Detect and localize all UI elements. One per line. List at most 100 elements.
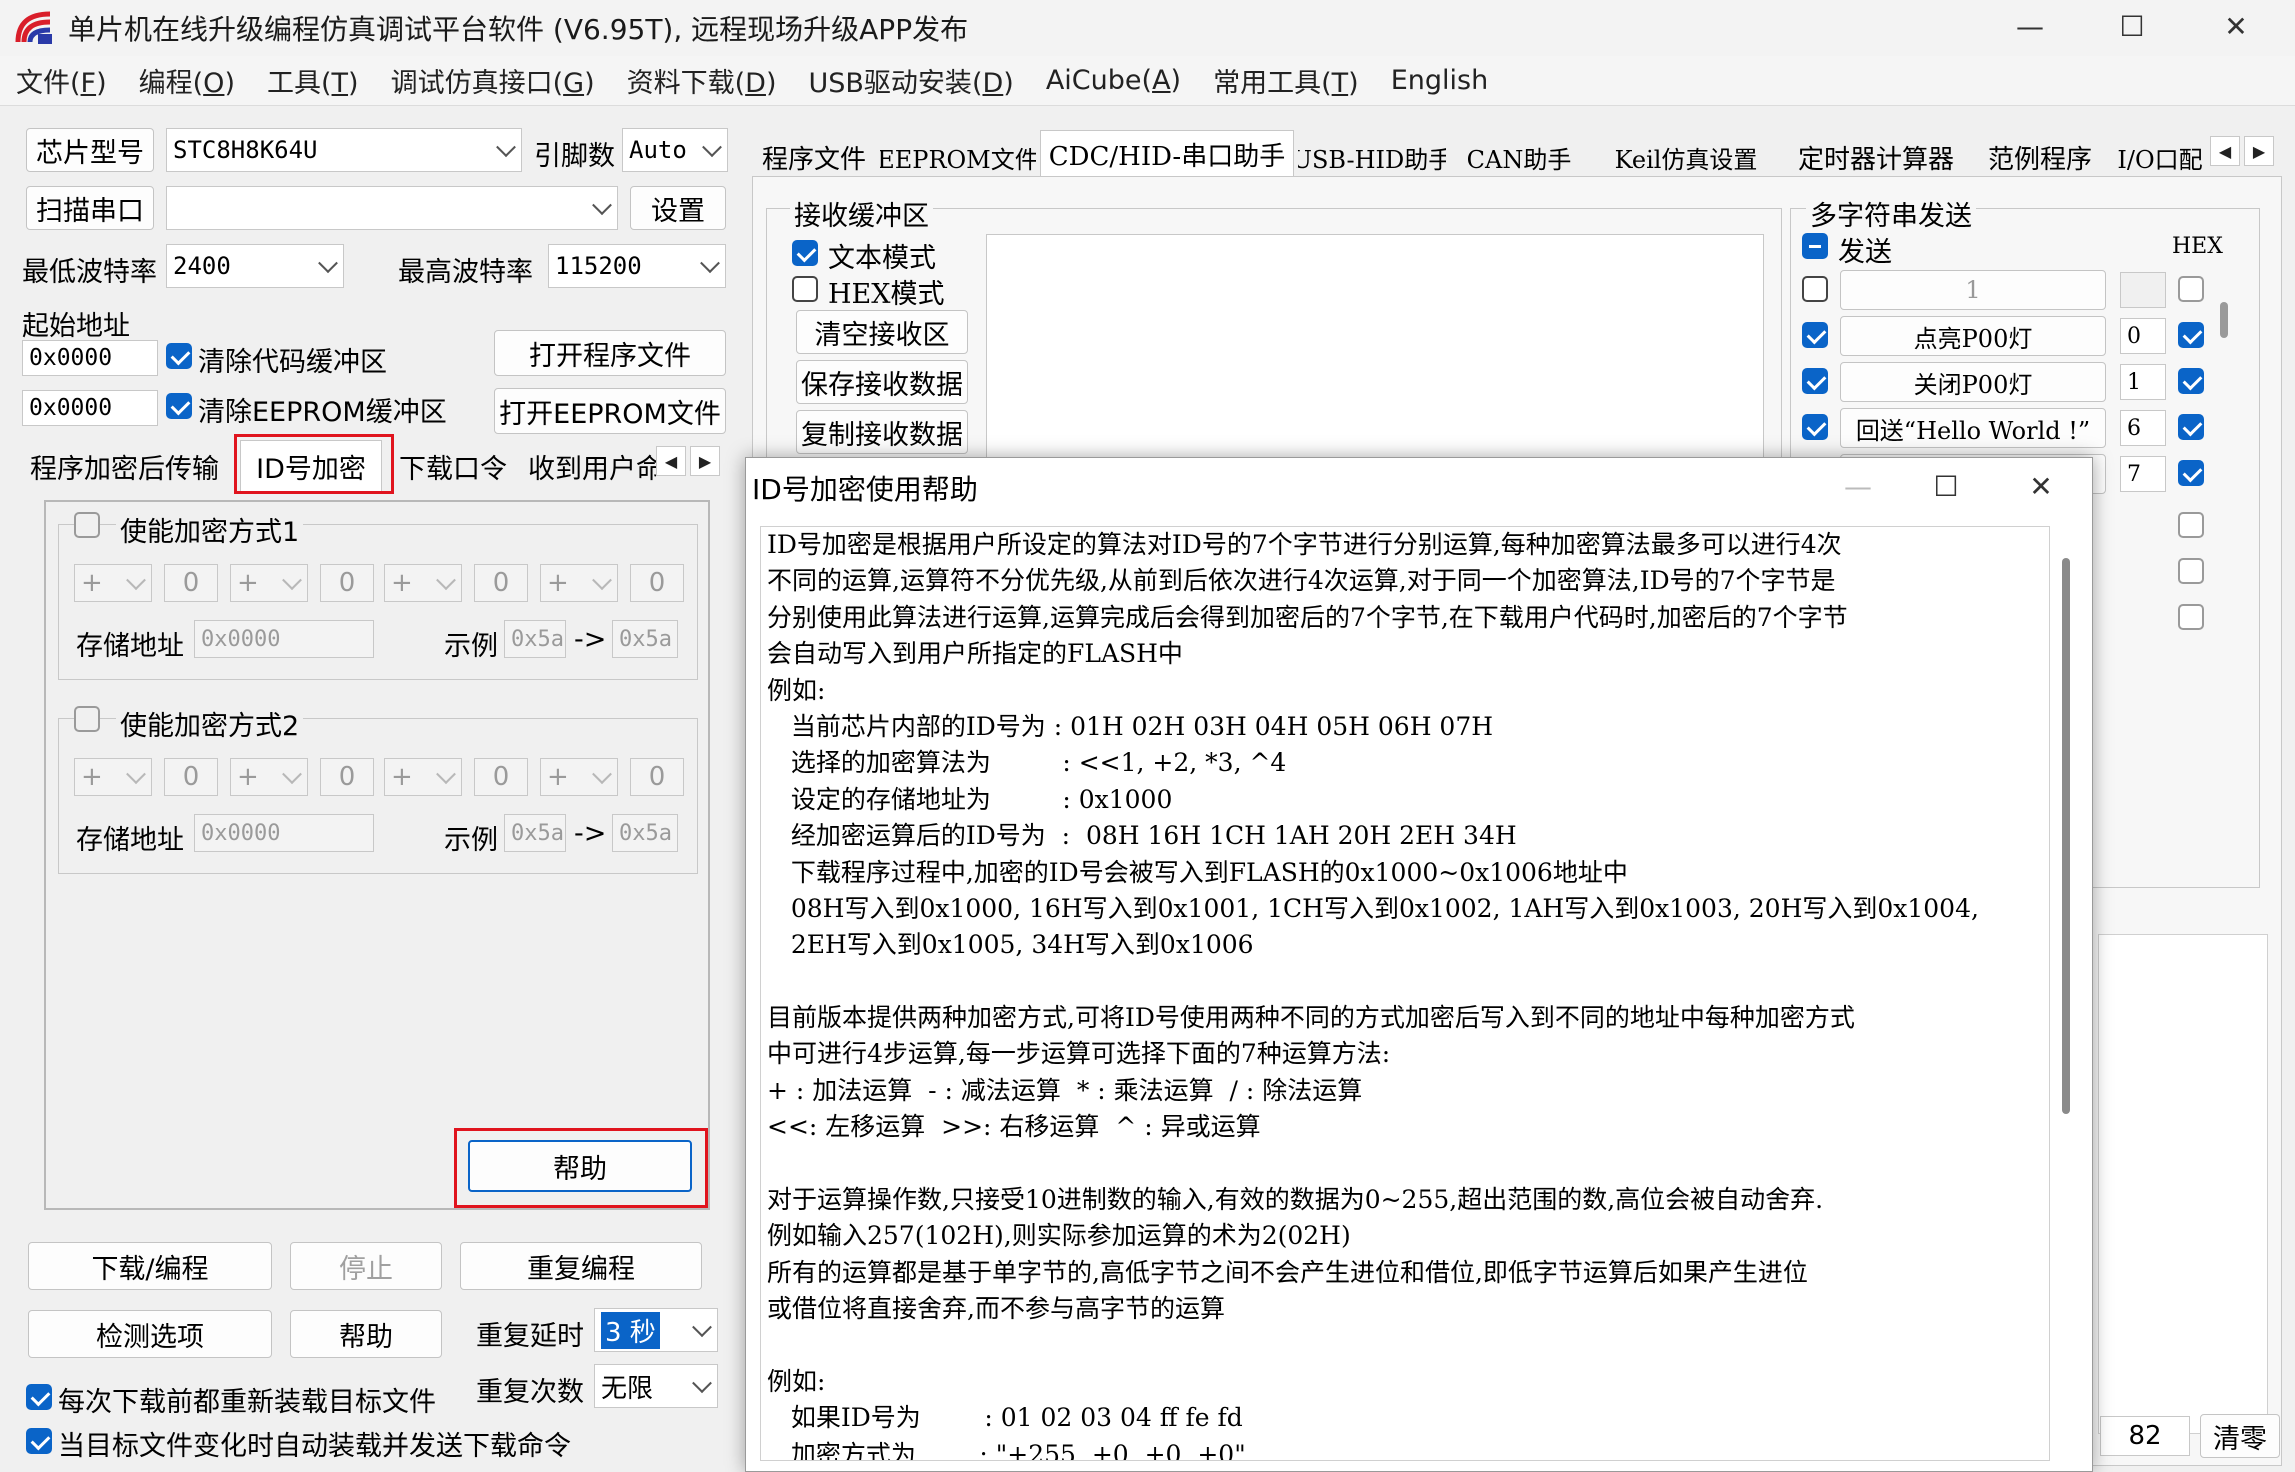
send-row-checkbox-0[interactable] bbox=[1802, 276, 1828, 302]
send-row-hex-checkbox-1[interactable] bbox=[2178, 322, 2204, 348]
send-row-checkbox-2[interactable] bbox=[1802, 368, 1828, 394]
operator-select-2-2[interactable]: + bbox=[230, 758, 308, 796]
storage-address-input-2[interactable]: 0x0000 bbox=[194, 814, 374, 852]
operator-select-2-3[interactable]: + bbox=[384, 758, 462, 796]
send-text-area[interactable] bbox=[2098, 934, 2268, 1434]
menu-item-5[interactable]: USB驱动安装(D) bbox=[809, 61, 1014, 100]
operand-input-2-2[interactable]: 0 bbox=[320, 758, 374, 796]
enable-encryption-1-checkbox[interactable] bbox=[74, 512, 100, 538]
check-options-button[interactable]: 检测选项 bbox=[28, 1310, 272, 1358]
send-row-interval-3[interactable]: 6 bbox=[2120, 410, 2166, 446]
tab-scroll-left-icon[interactable]: ◀ bbox=[656, 446, 686, 476]
stop-button[interactable]: 停止 bbox=[290, 1242, 442, 1290]
help-text-area[interactable]: ID号加密是根据用户所设定的算法对ID号的7个字节进行分别运算,每种加密算法最多… bbox=[760, 526, 2050, 1461]
right-tab-scroll-left-icon[interactable]: ◀ bbox=[2210, 136, 2240, 166]
send-row-interval-1[interactable]: 0 bbox=[2120, 318, 2166, 354]
send-list-scrollbar[interactable] bbox=[2220, 302, 2228, 338]
tab-program-encryption[interactable]: 程序加密后传输 bbox=[30, 446, 236, 486]
right-tab-0[interactable]: 程序文件 bbox=[752, 136, 876, 178]
operand-input-1-4[interactable]: 0 bbox=[630, 564, 684, 602]
eeprom-start-address-input[interactable]: 0x0000 bbox=[22, 390, 158, 426]
copy-receive-button[interactable]: 复制接收数据 bbox=[796, 410, 968, 454]
operand-input-2-1[interactable]: 0 bbox=[164, 758, 218, 796]
storage-address-input-1[interactable]: 0x0000 bbox=[194, 620, 374, 658]
menu-item-7[interactable]: 常用工具(T) bbox=[1213, 61, 1359, 100]
enable-encryption-2-checkbox[interactable] bbox=[74, 706, 100, 732]
send-row-hex-checkbox-extra-0[interactable] bbox=[2178, 512, 2204, 538]
send-row-hex-checkbox-extra-2[interactable] bbox=[2178, 604, 2204, 630]
help-button[interactable]: 帮助 bbox=[290, 1310, 442, 1358]
dialog-maximize-button[interactable]: ☐ bbox=[1906, 458, 1986, 514]
hex-mode-checkbox[interactable] bbox=[792, 276, 818, 302]
clear-receive-button[interactable]: 清空接收区 bbox=[796, 310, 968, 354]
minimize-button[interactable]: — bbox=[1980, 0, 2080, 52]
menu-item-3[interactable]: 调试仿真接口(G) bbox=[391, 61, 595, 100]
menu-item-8[interactable]: English bbox=[1391, 65, 1489, 96]
autoload-on-change-checkbox[interactable] bbox=[26, 1428, 52, 1454]
send-row-button-0[interactable]: 1 bbox=[1840, 270, 2106, 310]
right-tab-7[interactable]: 范例程序 bbox=[1972, 136, 2108, 178]
send-row-hex-checkbox-4[interactable] bbox=[2178, 460, 2204, 486]
send-row-interval-0[interactable] bbox=[2120, 272, 2166, 308]
tab-scroll-right-icon[interactable]: ▶ bbox=[690, 446, 720, 476]
max-baud-select[interactable]: 115200 bbox=[548, 244, 726, 288]
right-tab-4[interactable]: CAN助手 bbox=[1450, 136, 1588, 178]
open-program-file-button[interactable]: 打开程序文件 bbox=[494, 330, 726, 376]
right-tab-3[interactable]: USB-HID助手 bbox=[1298, 136, 1446, 178]
send-all-checkbox[interactable] bbox=[1802, 233, 1828, 259]
send-row-button-3[interactable]: 回送“Hello World !” bbox=[1840, 408, 2106, 448]
help-text-scrollbar[interactable] bbox=[2062, 558, 2070, 1114]
close-button[interactable]: ✕ bbox=[2186, 0, 2286, 52]
operator-select-2-4[interactable]: + bbox=[540, 758, 618, 796]
right-tab-scroll-right-icon[interactable]: ▶ bbox=[2244, 136, 2274, 166]
operand-input-1-1[interactable]: 0 bbox=[164, 564, 218, 602]
send-row-interval-4[interactable]: 7 bbox=[2120, 456, 2166, 492]
min-baud-select[interactable]: 2400 bbox=[166, 244, 344, 288]
tab-user-command[interactable]: 收到用户命 bbox=[528, 446, 656, 486]
chip-model-button[interactable]: 芯片型号 bbox=[26, 128, 154, 172]
send-row-hex-checkbox-2[interactable] bbox=[2178, 368, 2204, 394]
right-tab-1[interactable]: EEPROM文件 bbox=[880, 136, 1036, 178]
settings-button[interactable]: 设置 bbox=[630, 186, 726, 230]
dialog-close-button[interactable]: ✕ bbox=[1996, 458, 2086, 514]
clear-count-button[interactable]: 清零 bbox=[2200, 1414, 2280, 1458]
right-tab-5[interactable]: Keil仿真设置 bbox=[1592, 136, 1780, 178]
menu-item-0[interactable]: 文件(F) bbox=[16, 61, 107, 100]
download-program-button[interactable]: 下载/编程 bbox=[28, 1242, 272, 1290]
send-row-hex-checkbox-extra-1[interactable] bbox=[2178, 558, 2204, 584]
operator-select-1-1[interactable]: + bbox=[74, 564, 152, 602]
scan-port-button[interactable]: 扫描串口 bbox=[26, 186, 154, 230]
menu-item-4[interactable]: 资料下载(D) bbox=[627, 61, 777, 100]
clear-eeprom-buffer-checkbox[interactable] bbox=[166, 393, 192, 419]
operand-input-2-4[interactable]: 0 bbox=[630, 758, 684, 796]
chip-model-select[interactable]: STC8H8K64U bbox=[166, 128, 522, 172]
repeat-program-button[interactable]: 重复编程 bbox=[460, 1242, 702, 1290]
repeat-count-select[interactable]: 无限 bbox=[594, 1364, 718, 1408]
send-row-button-2[interactable]: 关闭P00灯 bbox=[1840, 362, 2106, 402]
operator-select-1-4[interactable]: + bbox=[540, 564, 618, 602]
tab-download-password[interactable]: 下载口令 bbox=[396, 446, 510, 486]
operator-select-2-1[interactable]: + bbox=[74, 758, 152, 796]
receive-text-area[interactable] bbox=[986, 234, 1764, 464]
open-eeprom-file-button[interactable]: 打开EEPROM文件 bbox=[494, 388, 726, 434]
repeat-delay-select[interactable]: 3 秒 bbox=[594, 1308, 718, 1352]
operand-input-1-3[interactable]: 0 bbox=[474, 564, 528, 602]
send-row-checkbox-1[interactable] bbox=[1802, 322, 1828, 348]
send-row-hex-checkbox-3[interactable] bbox=[2178, 414, 2204, 440]
maximize-button[interactable]: ☐ bbox=[2082, 0, 2182, 52]
pins-select[interactable]: Auto bbox=[622, 128, 728, 172]
right-tab-2[interactable]: CDC/HID-串口助手 bbox=[1040, 130, 1294, 178]
code-start-address-input[interactable]: 0x0000 bbox=[22, 340, 158, 376]
send-row-hex-checkbox-0[interactable] bbox=[2178, 276, 2204, 302]
send-row-checkbox-3[interactable] bbox=[1802, 414, 1828, 440]
menu-item-1[interactable]: 编程(O) bbox=[139, 61, 235, 100]
text-mode-checkbox[interactable] bbox=[792, 240, 818, 266]
operand-input-2-3[interactable]: 0 bbox=[474, 758, 528, 796]
menu-item-6[interactable]: AiCube(A) bbox=[1046, 65, 1181, 96]
serial-port-select[interactable] bbox=[166, 186, 618, 230]
reload-before-download-checkbox[interactable] bbox=[26, 1384, 52, 1410]
send-row-button-1[interactable]: 点亮P00灯 bbox=[1840, 316, 2106, 356]
clear-code-buffer-checkbox[interactable] bbox=[166, 343, 192, 369]
operator-select-1-2[interactable]: + bbox=[230, 564, 308, 602]
right-tab-8[interactable]: I/O口配 bbox=[2112, 136, 2208, 178]
